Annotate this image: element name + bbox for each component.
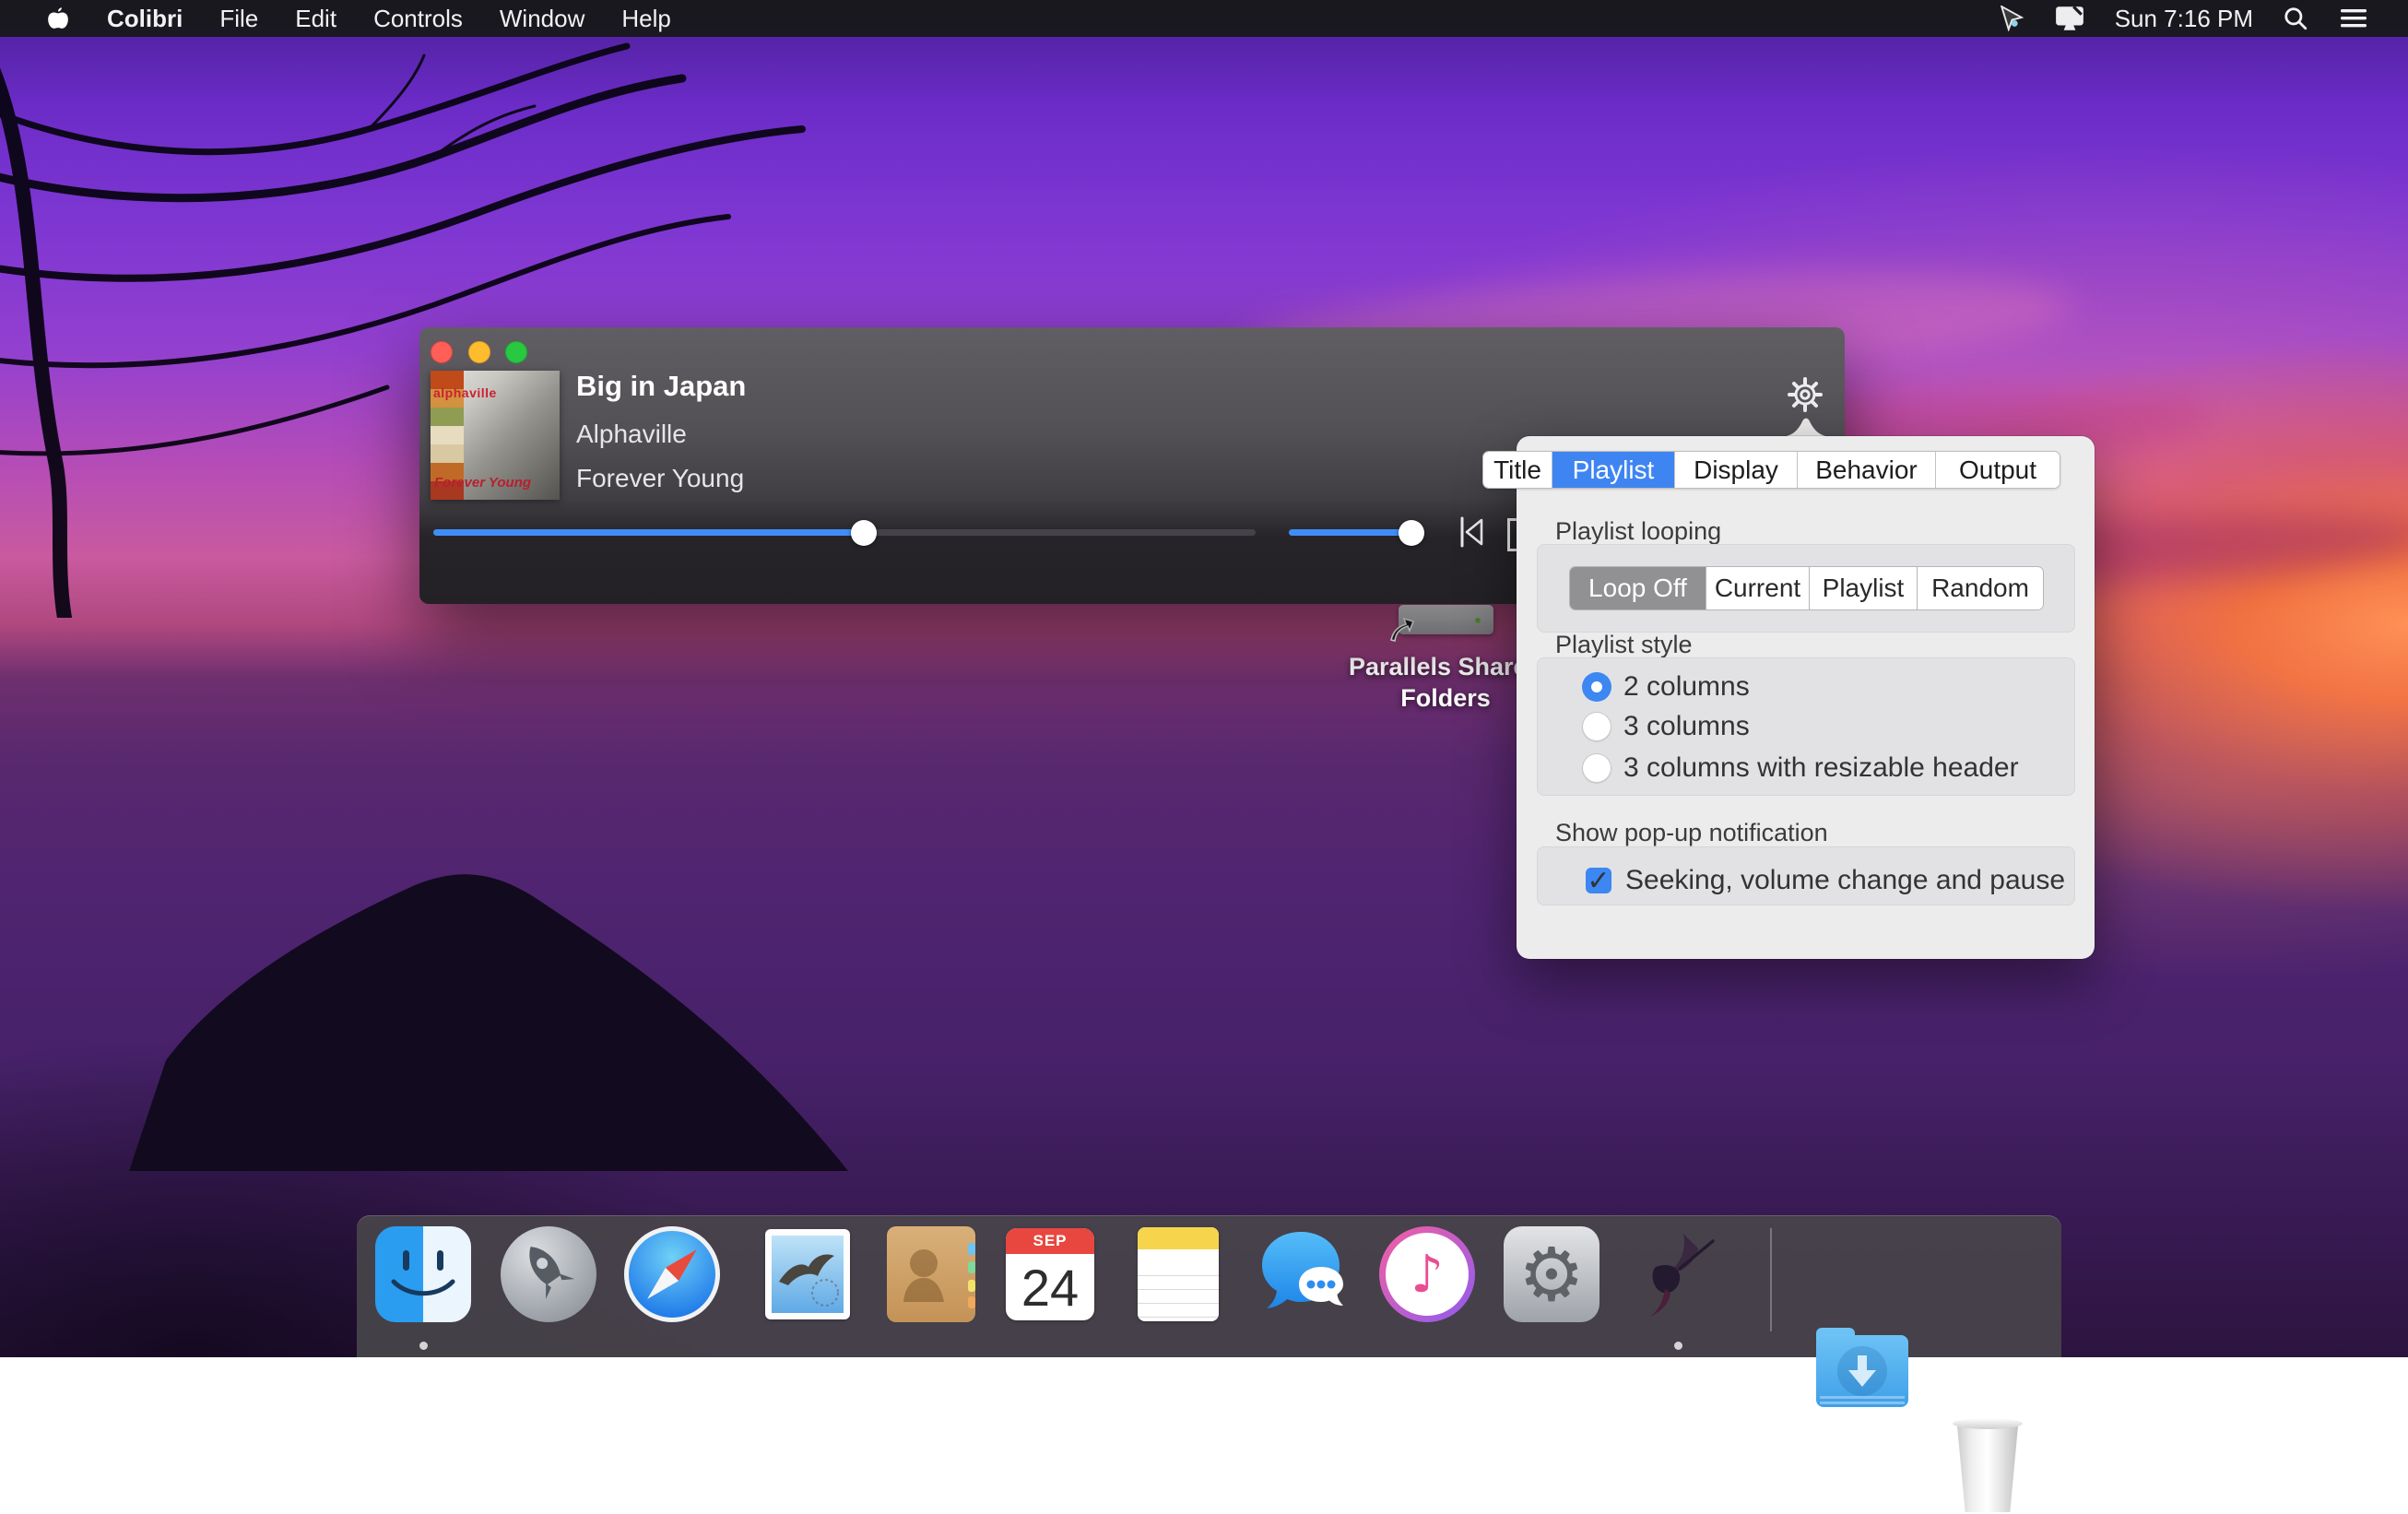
- tab-title[interactable]: Title: [1483, 452, 1552, 488]
- segment-current[interactable]: Current: [1706, 567, 1810, 609]
- album-script-title: Forever Young: [434, 475, 531, 491]
- itunes-note-icon: ♪: [1386, 1233, 1469, 1316]
- dock-separator: [1770, 1228, 1772, 1331]
- segment-random[interactable]: Random: [1918, 567, 2043, 609]
- notes-yellow-band: [1138, 1227, 1219, 1249]
- tab-display[interactable]: Display: [1675, 452, 1798, 488]
- volume-fill: [1289, 529, 1411, 536]
- settings-gear-icon[interactable]: [1787, 376, 1824, 413]
- tab-output[interactable]: Output: [1936, 452, 2060, 488]
- playlist-style-label: Playlist style: [1555, 631, 1693, 659]
- menu-window[interactable]: Window: [500, 5, 584, 33]
- previous-track-icon[interactable]: [1459, 516, 1485, 548]
- menu-help[interactable]: Help: [621, 5, 670, 33]
- radio-3-columns[interactable]: 3 columns: [1570, 712, 1750, 741]
- calendar-day: 24: [1006, 1254, 1094, 1320]
- radio-button: [1582, 753, 1611, 783]
- trash-rim: [1953, 1418, 2023, 1429]
- album-art: alphaville Forever Young: [431, 371, 560, 500]
- dock-item-launchpad[interactable]: [501, 1226, 596, 1322]
- alias-arrow-icon: [1386, 616, 1415, 645]
- notification-center-icon[interactable]: [2338, 6, 2369, 30]
- notes-ruled-lines: [1138, 1262, 1219, 1321]
- dock-item-safari[interactable]: [624, 1226, 720, 1322]
- downloads-folder: [1816, 1335, 1908, 1407]
- checkbox-seeking-volume-pause[interactable]: ✓ Seeking, volume change and pause: [1572, 866, 2065, 895]
- dock-item-trash[interactable]: [1940, 1418, 2036, 1514]
- dock-item-calendar[interactable]: SEP 24: [1006, 1228, 1094, 1320]
- calendar-month: SEP: [1006, 1228, 1094, 1254]
- popover-arrow: [1779, 411, 1833, 437]
- colibri-running-indicator: [1674, 1342, 1682, 1350]
- menu-controls[interactable]: Controls: [373, 5, 463, 33]
- drive-led: [1475, 618, 1481, 623]
- progress-thumb[interactable]: [851, 520, 877, 546]
- tab-behavior[interactable]: Behavior: [1798, 452, 1936, 488]
- progress-slider[interactable]: [433, 529, 1256, 536]
- zoom-button[interactable]: [505, 341, 527, 363]
- dock-item-finder[interactable]: [375, 1226, 471, 1322]
- tab-playlist[interactable]: Playlist: [1552, 452, 1675, 488]
- radio-2-columns[interactable]: 2 columns: [1570, 672, 1750, 702]
- menu-clock[interactable]: Sun 7:16 PM: [2115, 5, 2253, 33]
- parallels-cursor-icon[interactable]: [1999, 6, 2024, 31]
- parallels-display-icon[interactable]: [2054, 5, 2085, 32]
- track-artist: Alphaville: [576, 420, 687, 449]
- progress-fill: [433, 529, 864, 536]
- popup-notification-label: Show pop-up notification: [1555, 819, 1828, 847]
- island-silhouette: [111, 848, 867, 1180]
- segment-loop-off[interactable]: Loop Off: [1570, 567, 1706, 609]
- trash-cup: [1953, 1422, 2023, 1512]
- menu-edit[interactable]: Edit: [295, 5, 336, 33]
- dock-item-contacts[interactable]: [887, 1226, 975, 1322]
- menu-app-name[interactable]: Colibri: [107, 5, 183, 33]
- settings-popover: Playlist looping Loop Off Current Playli…: [1517, 436, 2095, 959]
- dock-item-notes[interactable]: [1138, 1227, 1219, 1321]
- menu-bar: Colibri File Edit Controls Window Help S…: [0, 0, 2408, 37]
- checkbox: ✓: [1586, 868, 1611, 893]
- menu-file[interactable]: File: [219, 5, 258, 33]
- minimize-button[interactable]: [468, 341, 490, 363]
- close-button[interactable]: [431, 341, 453, 363]
- radio-label: 3 columns with resizable header: [1623, 752, 2019, 784]
- finder-running-indicator: [419, 1342, 428, 1350]
- popover-tab-bar: Title Playlist Display Behavior Output: [1483, 452, 2060, 488]
- dock-item-mail[interactable]: [765, 1229, 850, 1319]
- spotlight-search-icon[interactable]: [2283, 6, 2308, 31]
- radio-3-columns-resizable[interactable]: 3 columns with resizable header: [1570, 753, 2019, 783]
- mail-stamp-sky: [772, 1236, 844, 1313]
- playlist-looping-label: Playlist looping: [1555, 517, 1721, 546]
- radio-label: 3 columns: [1623, 711, 1750, 742]
- volume-thumb[interactable]: [1399, 520, 1424, 546]
- loop-segmented-control: Loop Off Current Playlist Random: [1570, 567, 2043, 609]
- album-band-logo: alphaville: [433, 385, 497, 400]
- dock-item-downloads[interactable]: [1814, 1322, 1910, 1418]
- track-title: Big in Japan: [576, 370, 746, 403]
- radio-button: [1582, 712, 1611, 741]
- dock-item-colibri[interactable]: [1630, 1226, 1726, 1322]
- volume-slider[interactable]: [1289, 529, 1411, 536]
- track-album: Forever Young: [576, 464, 744, 493]
- radio-label: 2 columns: [1623, 671, 1750, 703]
- checkbox-label: Seeking, volume change and pause: [1625, 865, 2065, 896]
- dock-item-system-preferences[interactable]: ⚙: [1504, 1226, 1599, 1322]
- dock-item-messages[interactable]: [1257, 1226, 1352, 1322]
- dock-item-itunes[interactable]: ♪: [1379, 1226, 1475, 1322]
- apple-menu-icon[interactable]: [46, 6, 70, 30]
- radio-button: [1582, 672, 1611, 702]
- segment-playlist[interactable]: Playlist: [1810, 567, 1918, 609]
